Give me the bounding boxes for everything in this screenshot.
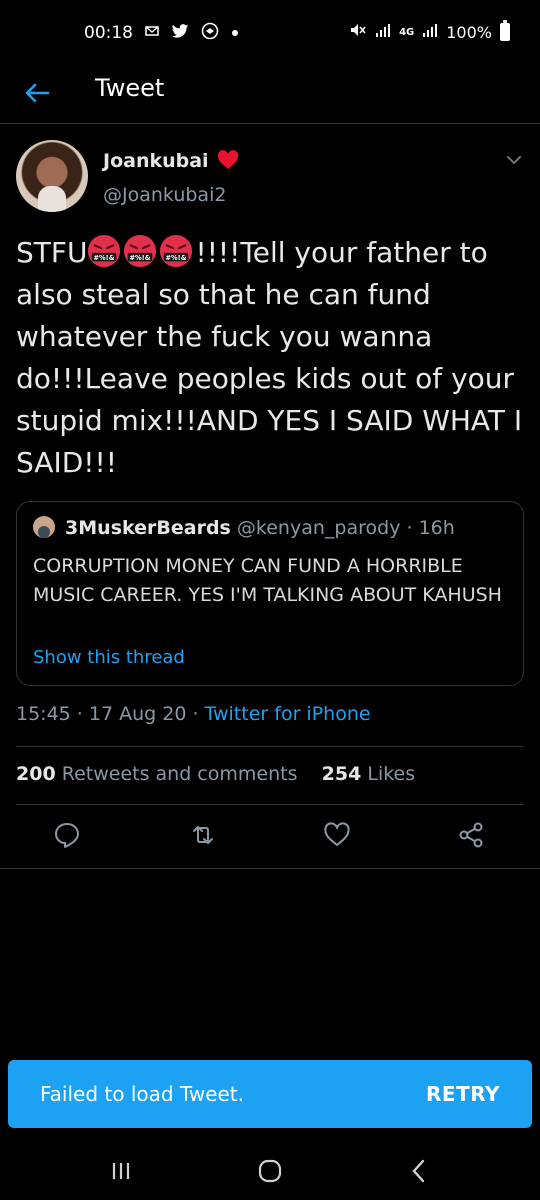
divider [0,868,540,869]
error-snackbar: Failed to load Tweet. RETRY [8,1060,532,1128]
quoted-tweet-text: CORRUPTION MONEY CAN FUND A HORRIBLE MUS… [33,555,502,606]
battery-icon [500,20,510,41]
tweet-author: Joankubai @Joankubai2 [16,140,524,220]
like-heart-icon[interactable] [322,820,352,850]
likes-stat[interactable]: 254 Likes [322,763,416,785]
retweets-label: Retweets and comments [61,763,298,785]
status-time: 00:18 [84,23,133,43]
author-handle[interactable]: @Joankubai2 [103,184,226,206]
network-type-icon: 4G [399,26,415,38]
svg-text:#%!&: #%!& [130,254,151,262]
twitter-icon [171,23,189,43]
quoted-handle: @kenyan_parody [236,517,401,539]
cursing-face-emoji-icon: #%!& [160,234,193,268]
author-name-row[interactable]: Joankubai [103,150,239,172]
quoted-avatar [33,516,55,538]
app-header: Tweet [0,64,540,124]
tweet-action-bar [0,820,540,860]
cursing-face-emoji-icon: #%!& [124,234,157,268]
share-icon[interactable] [456,820,486,850]
likes-count: 254 [321,763,362,785]
tweet-stats: 200 Retweets and comments 254 Likes [16,763,415,785]
cursing-face-emoji-icon: #%!& [88,234,121,268]
divider [16,804,524,805]
status-bar-left: 00:18 [84,22,239,44]
divider [16,746,524,747]
likes-label: Likes [367,763,416,785]
tweet-datetime: 15:45 · 17 Aug 20 · [16,703,205,725]
red-heart-icon [218,150,239,170]
svg-text:#%!&: #%!& [94,254,115,262]
retweet-icon[interactable] [188,820,218,850]
tweet-text-lead: STFU [16,236,88,269]
tweet-body: STFU #%!& #%!& #%!& !!!!Tell your father to … [16,232,524,484]
browser-icon [201,22,219,44]
dot-icon [231,26,239,41]
retry-button[interactable]: RETRY [426,1082,500,1106]
battery-level: 100% [446,22,492,42]
svg-text:#%!&: #%!& [166,254,187,262]
tweet-timestamp: 15:45 · 17 Aug 20 · Twitter for iPhone [16,703,371,725]
recent-apps-icon[interactable] [106,1156,136,1186]
home-icon[interactable] [255,1156,285,1186]
mail-icon [145,25,159,41]
mute-icon [349,22,367,42]
tweet-text: !!!!Tell your father to also steal so th… [16,236,523,479]
chevron-down-icon[interactable] [504,150,524,170]
reply-icon[interactable] [52,820,82,850]
show-thread-link[interactable]: Show this thread [33,647,185,668]
quoted-age: · 16h [406,517,455,539]
status-bar-right: 4G 100% [349,20,510,42]
avatar[interactable] [16,140,88,212]
retweets-stat[interactable]: 200 Retweets and comments [16,763,297,785]
author-display-name: Joankubai [103,150,209,172]
signal-icon [375,22,391,42]
status-bar: 00:18 4G 100% [0,0,540,64]
tweet-source-link[interactable]: Twitter for iPhone [205,703,371,725]
page-title: Tweet [95,74,165,102]
quoted-tweet[interactable]: 3MuskerBeards @kenyan_parody · 16h CORRU… [16,501,524,686]
retweets-count: 200 [16,763,56,785]
signal-icon [422,22,438,42]
back-arrow-icon[interactable] [22,78,52,108]
system-nav-bar [0,1140,540,1200]
quoted-display-name: 3MuskerBeards [65,517,231,539]
snackbar-message: Failed to load Tweet. [40,1082,245,1106]
quoted-tweet-header: 3MuskerBeards @kenyan_parody · 16h [33,516,455,539]
back-nav-icon[interactable] [404,1156,434,1186]
